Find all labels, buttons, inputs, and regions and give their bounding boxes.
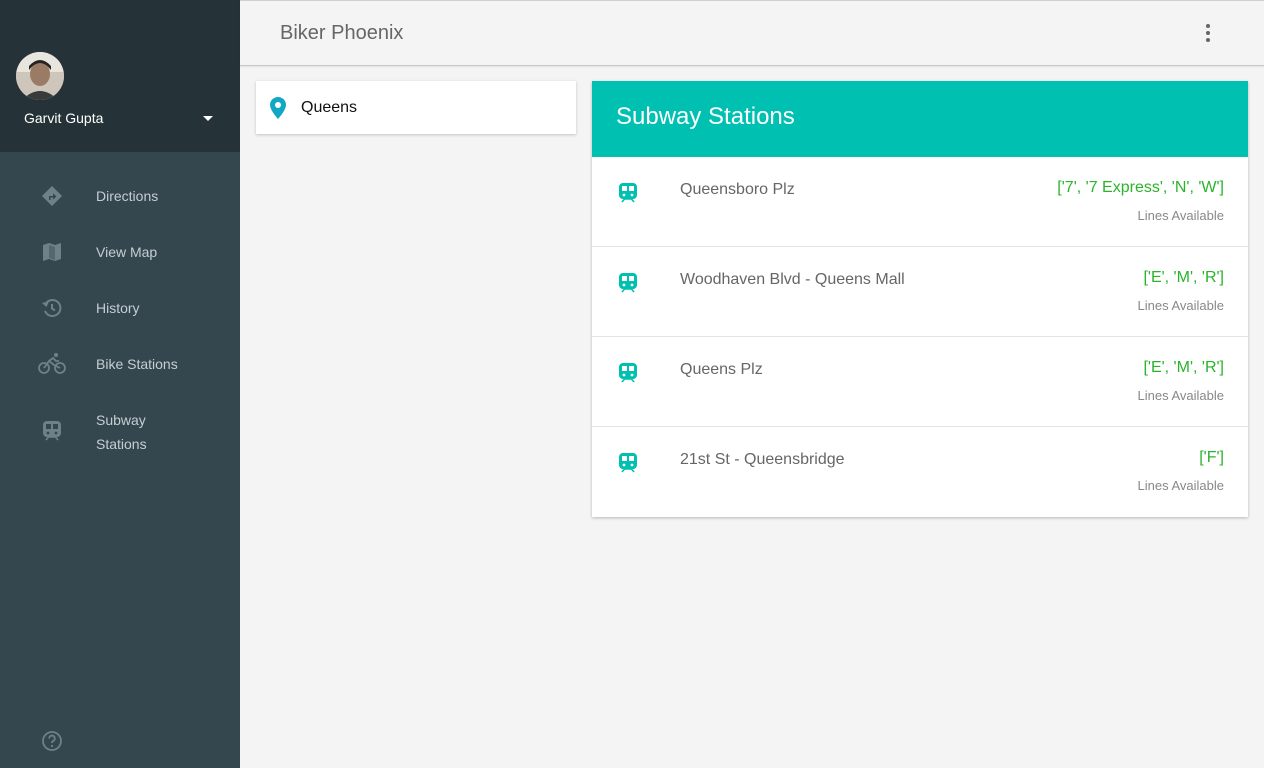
more-vert-icon[interactable] xyxy=(1200,21,1216,45)
location-search-card[interactable]: Queens xyxy=(256,81,576,134)
top-app-bar: Biker Phoenix xyxy=(240,0,1264,66)
subway-stations-panel: Subway Stations Queensboro Plz ['7', '7 … xyxy=(592,81,1248,517)
lines-caption: Lines Available xyxy=(1137,298,1225,313)
lines-caption: Lines Available xyxy=(1137,208,1225,223)
subway-icon xyxy=(43,421,61,441)
user-name: Garvit Gupta xyxy=(24,110,104,126)
station-lines: ['E', 'M', 'R'] xyxy=(1143,269,1224,286)
train-icon xyxy=(619,183,637,203)
profile-header: Garvit Gupta xyxy=(0,0,240,152)
sidebar-item-bike-stations[interactable]: Bike Stations xyxy=(0,336,240,392)
location-search-value[interactable]: Queens xyxy=(301,99,357,117)
help-icon[interactable] xyxy=(40,729,64,753)
train-icon xyxy=(619,363,637,383)
bike-icon xyxy=(38,353,66,374)
station-name: Woodhaven Blvd - Queens Mall xyxy=(680,271,905,288)
directions-icon xyxy=(42,186,62,206)
station-name: 21st St - Queensbridge xyxy=(680,451,845,468)
sidebar-item-label: Directions xyxy=(96,188,159,204)
station-row[interactable]: Queensboro Plz ['7', '7 Express', 'N', '… xyxy=(592,157,1248,247)
station-name: Queens Plz xyxy=(680,361,763,378)
train-icon xyxy=(619,273,637,293)
train-icon xyxy=(619,453,637,473)
station-lines: ['E', 'M', 'R'] xyxy=(1143,359,1224,376)
location-pin-icon xyxy=(270,97,286,119)
account-dropdown-icon[interactable] xyxy=(203,116,213,121)
panel-title: Subway Stations xyxy=(616,103,795,130)
sidebar-item-label: History xyxy=(96,300,140,316)
station-row[interactable]: 21st St - Queensbridge ['F'] Lines Avail… xyxy=(592,427,1248,517)
sidebar-item-view-map[interactable]: View Map xyxy=(0,224,240,280)
sidebar-item-label: Subway Stations xyxy=(96,412,147,452)
app-title: Biker Phoenix xyxy=(280,22,404,44)
sidebar-item-label: View Map xyxy=(96,244,158,260)
lines-caption: Lines Available xyxy=(1137,388,1225,403)
sidebar-item-history[interactable]: History xyxy=(0,280,240,336)
sidebar: Garvit Gupta Directions View Map History xyxy=(0,0,240,768)
sidebar-item-subway-stations[interactable]: Subway Stations xyxy=(0,400,240,472)
station-row[interactable]: Queens Plz ['E', 'M', 'R'] Lines Availab… xyxy=(592,337,1248,427)
station-lines: ['F'] xyxy=(1199,449,1224,466)
station-lines: ['7', '7 Express', 'N', 'W'] xyxy=(1057,179,1224,196)
station-name: Queensboro Plz xyxy=(680,181,795,198)
station-row[interactable]: Woodhaven Blvd - Queens Mall ['E', 'M', … xyxy=(592,247,1248,337)
map-icon xyxy=(43,243,61,261)
panel-header: Subway Stations xyxy=(592,81,1248,157)
history-icon xyxy=(42,299,62,317)
sidebar-item-directions[interactable]: Directions xyxy=(0,168,240,224)
avatar[interactable] xyxy=(16,52,64,100)
lines-caption: Lines Available xyxy=(1137,478,1225,493)
sidebar-item-label: Bike Stations xyxy=(96,356,178,372)
